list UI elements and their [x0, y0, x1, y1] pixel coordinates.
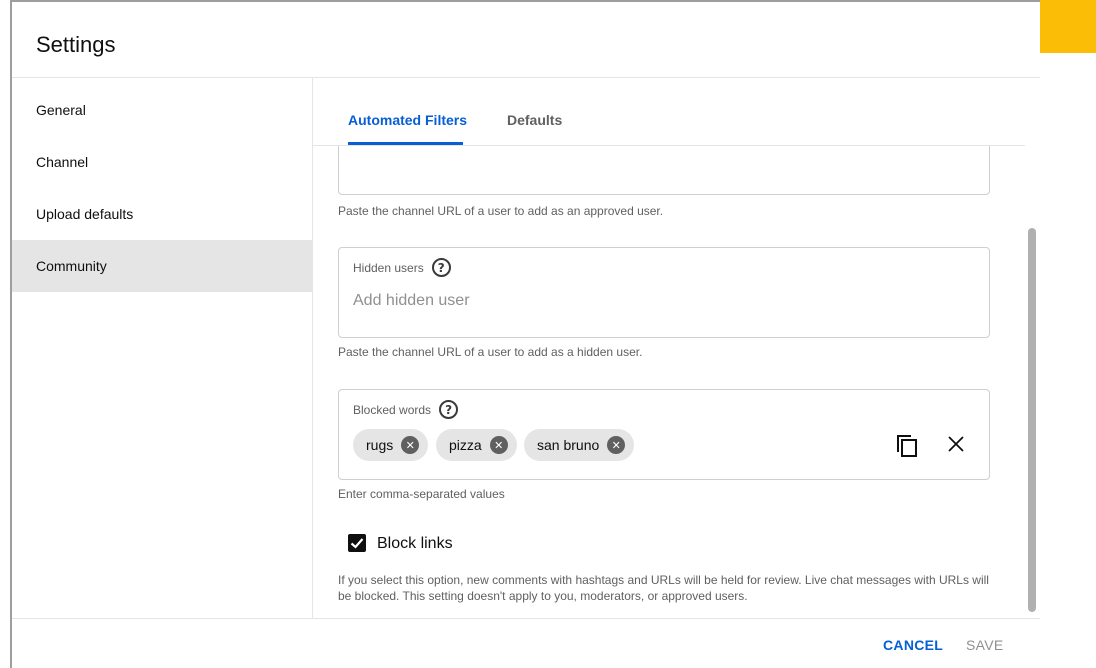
sidebar-item-label: Channel: [36, 154, 89, 170]
scrollbar-thumb[interactable]: [1028, 228, 1036, 612]
blocked-words-label-row: Blocked words ?: [353, 400, 459, 419]
community-settings-panel: Automated Filters Defaults Paste the cha…: [312, 78, 1025, 618]
save-button[interactable]: SAVE: [966, 637, 1004, 653]
chip-label: san bruno: [537, 437, 600, 453]
tab-defaults[interactable]: Defaults: [507, 112, 562, 128]
approved-users-help: Paste the channel URL of a user to add a…: [338, 204, 664, 218]
remove-chip-icon[interactable]: ✕: [489, 436, 508, 454]
chip-label: pizza: [449, 437, 482, 453]
footer-divider: [12, 618, 1040, 619]
help-icon[interactable]: ?: [431, 258, 451, 277]
remove-chip-icon[interactable]: ✕: [607, 436, 626, 454]
hidden-users-label: Hidden users: [353, 260, 424, 275]
hidden-users-help: Paste the channel URL of a user to add a…: [338, 345, 643, 359]
blocked-word-chip: rugs ✕: [353, 429, 429, 461]
tab-automated-filters[interactable]: Automated Filters: [348, 112, 467, 128]
chip-label: rugs: [366, 437, 394, 453]
hidden-users-input[interactable]: Add hidden user: [353, 292, 470, 310]
help-icon[interactable]: ?: [439, 400, 459, 419]
settings-dialog: Settings General Channel Upload defaults…: [10, 0, 1040, 668]
sidebar-item-general[interactable]: General: [12, 84, 312, 136]
hidden-users-label-row: Hidden users ?: [353, 258, 451, 277]
dialog-header: Settings: [12, 2, 152, 78]
checkmark-icon: [350, 538, 364, 549]
cancel-button[interactable]: CANCEL: [883, 637, 943, 653]
approved-users-field[interactable]: [338, 146, 990, 195]
settings-sidebar: General Channel Upload defaults Communit…: [12, 84, 312, 292]
hidden-users-field[interactable]: Hidden users ? Add hidden user: [338, 247, 990, 338]
block-links-description: If you select this option, new comments …: [338, 573, 989, 603]
sidebar-item-label: General: [36, 102, 86, 118]
block-links-label[interactable]: Block links: [377, 535, 453, 553]
sidebar-item-label: Upload defaults: [36, 206, 134, 222]
active-tab-indicator: [348, 142, 463, 145]
tab-bar: Automated Filters Defaults: [313, 78, 1025, 146]
blocked-words-help: Enter comma-separated values: [338, 487, 505, 501]
filters-scroll-area[interactable]: Paste the channel URL of a user to add a…: [313, 146, 1025, 618]
dialog-title: Settings: [36, 32, 116, 57]
blocked-word-chip: san bruno ✕: [524, 429, 635, 461]
sidebar-item-community[interactable]: Community: [12, 240, 312, 292]
copy-icon[interactable]: [896, 434, 918, 458]
sidebar-item-channel[interactable]: Channel: [12, 136, 312, 188]
block-links-checkbox[interactable]: [348, 534, 366, 552]
close-icon[interactable]: [944, 432, 968, 456]
blocked-word-chip: pizza ✕: [436, 429, 517, 461]
sidebar-item-upload-defaults[interactable]: Upload defaults: [12, 188, 312, 240]
blocked-words-field[interactable]: Blocked words ? rugs ✕ pizza ✕ san bruno…: [338, 389, 990, 480]
remove-chip-icon[interactable]: ✕: [401, 436, 420, 454]
sidebar-item-label: Community: [36, 258, 107, 274]
blocked-words-label: Blocked words: [353, 402, 432, 417]
